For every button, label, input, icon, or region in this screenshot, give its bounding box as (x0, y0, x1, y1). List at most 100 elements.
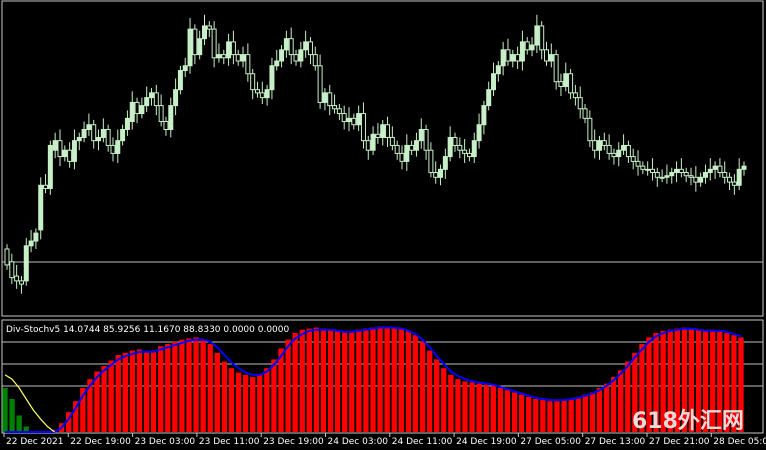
candle-body (67, 149, 73, 162)
hist-bar-red (568, 399, 574, 432)
candle-body (736, 168, 742, 186)
candle-body (149, 92, 155, 99)
candle-body (722, 172, 728, 178)
hist-bar-red (278, 348, 284, 432)
candle-body (105, 129, 111, 146)
hist-bar-red (221, 361, 228, 432)
candle-body (707, 168, 713, 174)
mt4-chart: Div-Stochv5 14.0744 85.9256 11.1670 88.8… (0, 0, 766, 450)
candle-body (572, 92, 578, 99)
hist-bar-red (115, 355, 121, 432)
hist-bar-red (540, 400, 546, 432)
hist-bar-red (526, 396, 532, 432)
candle-body (515, 54, 521, 62)
candle-body (144, 97, 150, 107)
candle-body (568, 73, 574, 94)
candle-body (385, 124, 391, 138)
candle-body (577, 97, 583, 110)
candle-body (110, 144, 116, 154)
time-tick-label: 23 Dec 11:00 (199, 437, 260, 447)
hist-bar-red (129, 350, 136, 432)
hist-bar-red (377, 326, 383, 432)
candle-body (519, 41, 525, 62)
hist-bar-red (306, 328, 312, 432)
hist-bar-red (511, 392, 518, 432)
hist-bar-red (462, 381, 468, 432)
candle-body (96, 136, 102, 142)
hist-bar-red (285, 339, 291, 432)
hist-bar-red (603, 383, 610, 432)
candle-body (28, 240, 34, 247)
hist-bar-red (554, 401, 560, 432)
time-tick-label: 27 Dec 13:00 (585, 437, 646, 447)
candle-body (606, 144, 612, 154)
candle-body (86, 124, 92, 131)
candle-body (693, 176, 699, 183)
hist-bar-red (455, 379, 461, 432)
hist-bar-red (497, 388, 504, 432)
candle-body (611, 152, 617, 158)
candle-body (457, 144, 463, 151)
hist-bar-red (242, 374, 249, 432)
candle-body (510, 54, 516, 62)
candle-body (250, 73, 256, 91)
candle-body (582, 108, 588, 119)
candle-body (120, 129, 126, 142)
candle-body (438, 168, 444, 178)
candle-body (616, 149, 622, 158)
hist-bar-red (200, 339, 206, 432)
hist-bar-red (434, 359, 440, 432)
hist-bar-red (405, 330, 412, 432)
candle-body (649, 168, 655, 174)
candle-body (413, 140, 419, 151)
candle-body (539, 25, 545, 51)
candle-body (625, 144, 631, 158)
hist-bar-green (9, 399, 15, 432)
candle-body (370, 133, 376, 151)
hist-bar-red (490, 385, 496, 432)
hist-bar-red (193, 337, 199, 432)
candle-body (158, 105, 164, 123)
hist-bar-green (16, 415, 22, 432)
candle-body (548, 54, 554, 62)
candle-body (168, 105, 174, 131)
candle-body (23, 245, 29, 282)
candle-body (341, 113, 347, 123)
hist-bar-red (327, 329, 334, 432)
time-tick-label: 24 Dec 03:00 (328, 437, 389, 447)
candle-body (303, 41, 309, 51)
candle-body (288, 38, 294, 56)
hist-bar-red (441, 368, 447, 432)
candle-body (173, 89, 179, 107)
hist-bar-red (384, 326, 390, 432)
candle-body (129, 101, 135, 123)
candle-body (462, 149, 468, 154)
hist-bar-red (299, 329, 305, 432)
time-tick-label: 22 Dec 2021 (6, 437, 64, 447)
candle-body (664, 175, 670, 178)
hist-bar-red (349, 330, 355, 432)
candle-body (640, 165, 646, 170)
hist-bar-red (412, 335, 419, 432)
hist-bar-red (476, 383, 482, 432)
candle-body (322, 92, 328, 103)
candle-body (621, 144, 627, 151)
hist-bar-red (547, 401, 553, 432)
time-tick-label: 24 Dec 19:00 (456, 437, 517, 447)
watermark: 618外汇网 (632, 408, 744, 434)
candle-body (336, 108, 342, 115)
candle-body (153, 92, 159, 107)
candle-body (534, 25, 540, 46)
candle-body (375, 133, 381, 138)
hist-bar-red (172, 341, 178, 432)
candle-body (476, 124, 482, 142)
candle-body (62, 149, 68, 158)
hist-bar-red (214, 352, 220, 432)
candle-body (327, 92, 333, 107)
candle-body (245, 54, 251, 75)
hist-bar-red (533, 399, 539, 432)
hist-bar-red (448, 374, 454, 432)
candle-body (505, 49, 511, 62)
candle-body (293, 54, 299, 62)
hist-bar-red (575, 396, 581, 432)
